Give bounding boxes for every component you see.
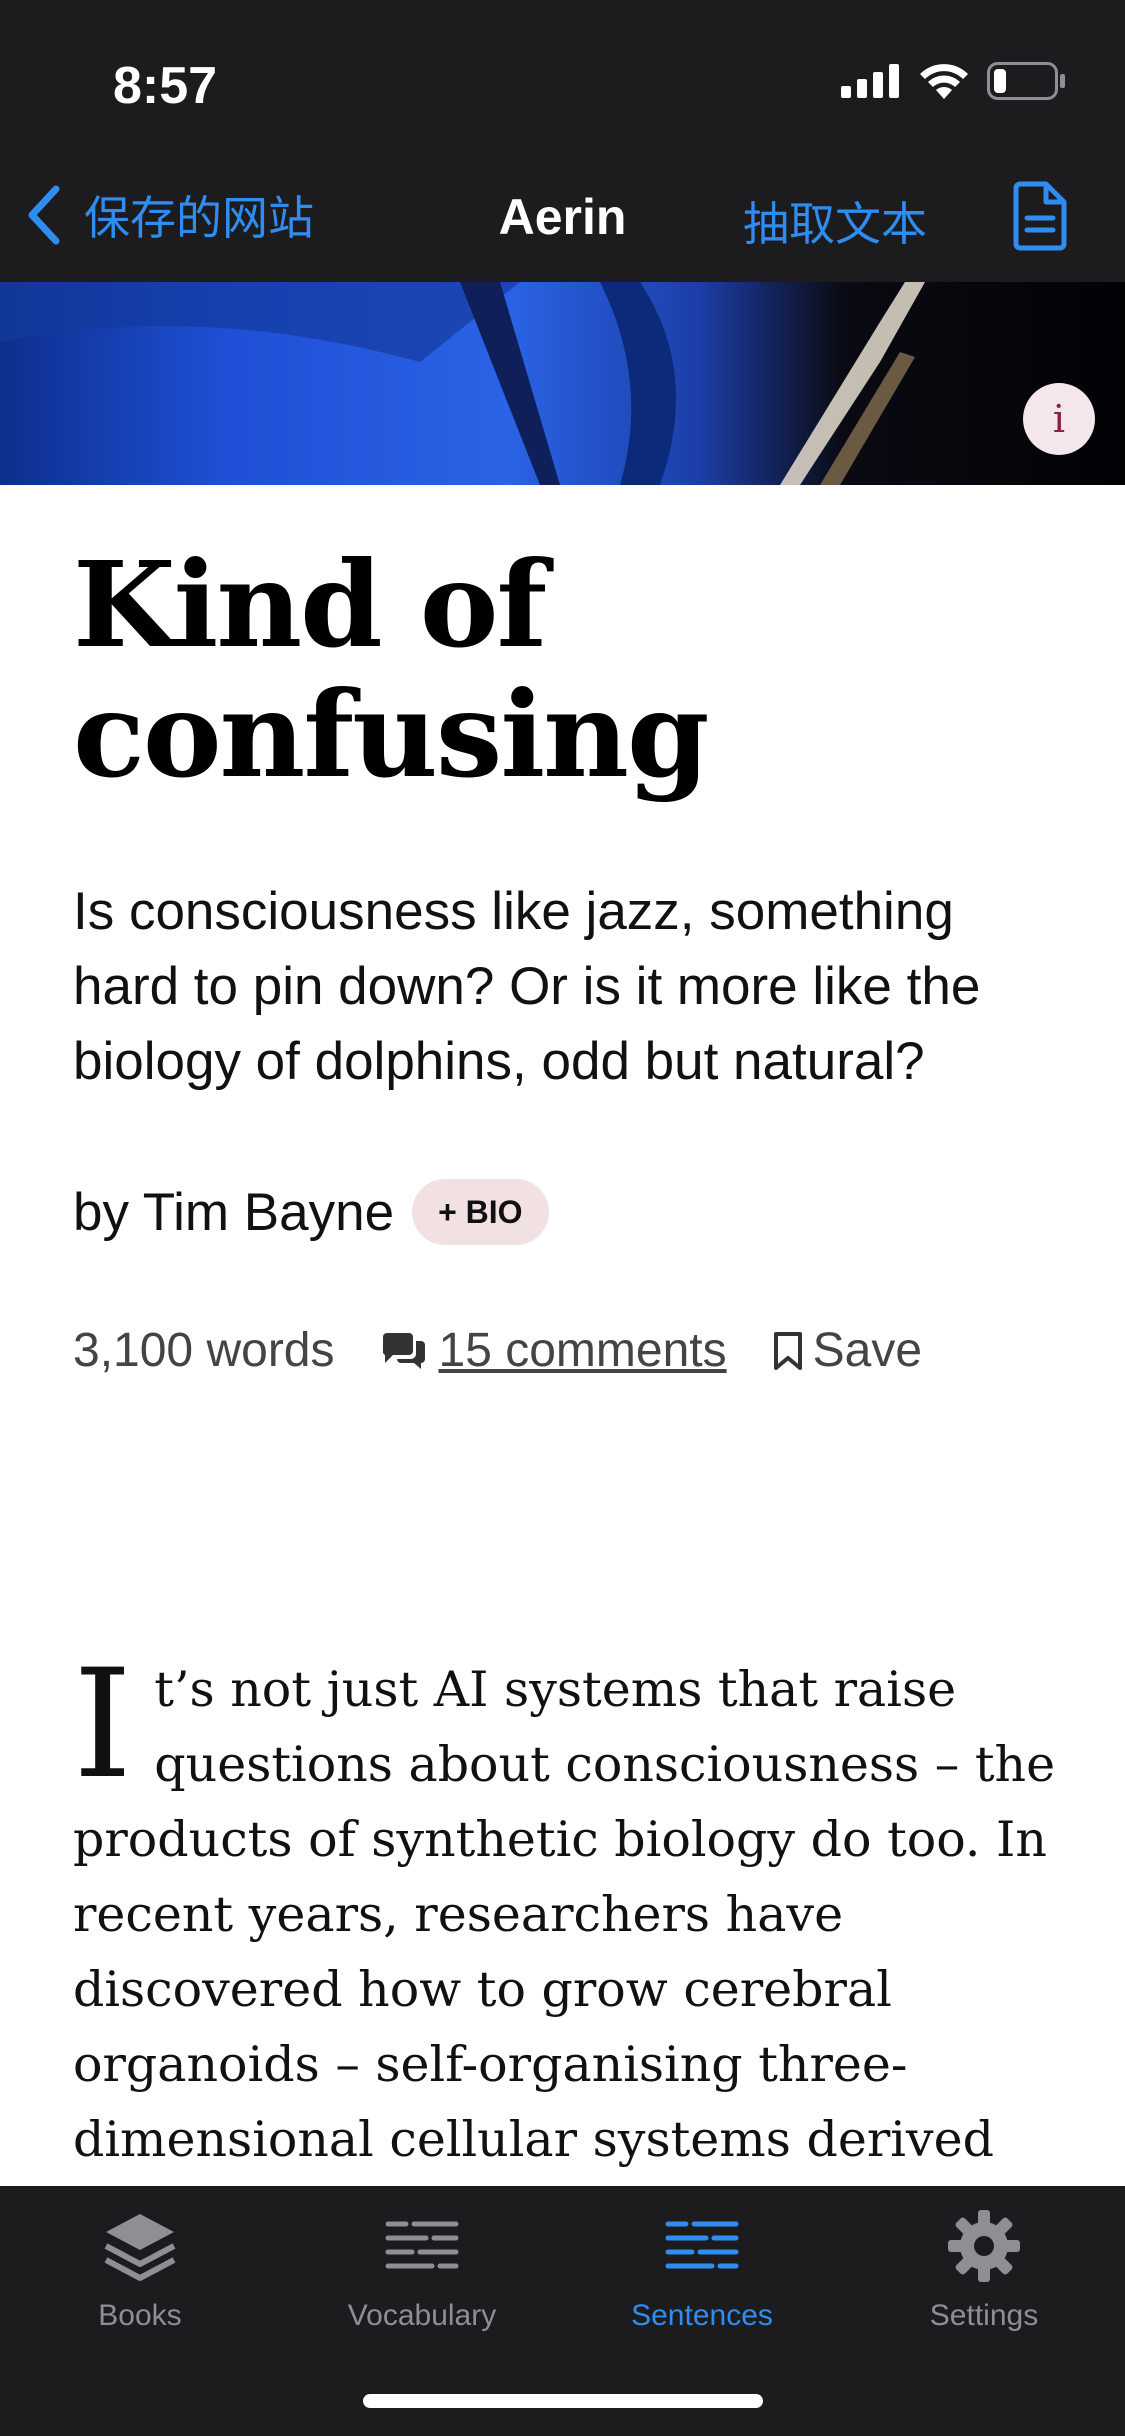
comments-icon (382, 1332, 425, 1369)
status-bar: 8:57 (0, 0, 1125, 150)
document-icon (1013, 181, 1067, 251)
extract-text-button[interactable]: 抽取文本 (743, 188, 927, 254)
document-button[interactable] (1012, 180, 1068, 257)
hero-image: i (0, 282, 1125, 485)
tab-books-label: Books (98, 2299, 182, 2332)
article-title-line-1: Kind of (73, 535, 547, 674)
vocabulary-lines-icon (385, 2221, 459, 2269)
drop-cap: I (73, 1638, 133, 1812)
sentences-lines-icon (665, 2221, 739, 2269)
status-time: 8:57 (113, 57, 218, 115)
article-body-text: t’s not just AI systems that raise quest… (73, 1661, 1056, 2243)
tab-books[interactable]: Books (20, 2206, 260, 2333)
save-button[interactable]: Save (813, 1323, 922, 1378)
bookmark-icon[interactable] (773, 1331, 803, 1371)
status-icons (841, 62, 1067, 100)
article-body: I t’s not just AI systems that raise que… (73, 1638, 1063, 2252)
article-title: Kind of confusing (73, 540, 1063, 800)
tab-settings[interactable]: Settings (864, 2206, 1104, 2333)
tab-sentences[interactable]: Sentences (582, 2206, 822, 2333)
wifi-icon (920, 64, 968, 99)
books-stack-icon (104, 2214, 176, 2281)
article-subtitle: Is consciousness like jazz, something ha… (73, 882, 981, 1091)
article-title-line-2: confusing (73, 665, 709, 804)
battery-icon (987, 62, 1065, 100)
byline: by Tim Bayne + BIO (73, 1179, 1063, 1245)
comments-link[interactable]: 15 comments (439, 1323, 727, 1378)
tab-sentences-label: Sentences (631, 2299, 773, 2332)
tab-settings-label: Settings (929, 2299, 1039, 2332)
home-indicator[interactable] (363, 2394, 763, 2408)
gear-icon (948, 2210, 1020, 2282)
author-name: by Tim Bayne (73, 1182, 395, 1242)
navigation-bar: 保存的网站 Aerin 抽取文本 (0, 150, 1125, 282)
tab-vocabulary[interactable]: Vocabulary (302, 2206, 542, 2333)
chevron-left-icon (28, 185, 60, 245)
hero-illustration (0, 282, 925, 485)
article-header: Kind of confusing Is consciousness like … (73, 540, 1063, 1378)
back-button[interactable]: 保存的网站 (24, 182, 314, 248)
bio-button[interactable]: + BIO (412, 1179, 549, 1245)
word-count: 3,100 words (73, 1324, 335, 1377)
tab-vocabulary-label: Vocabulary (347, 2299, 497, 2332)
back-button-label: 保存的网站 (84, 192, 314, 244)
cellular-signal-icon (841, 64, 899, 98)
article-meta: 3,100 words 15 comments Save (73, 1323, 1063, 1378)
info-button[interactable]: i (1023, 383, 1095, 455)
